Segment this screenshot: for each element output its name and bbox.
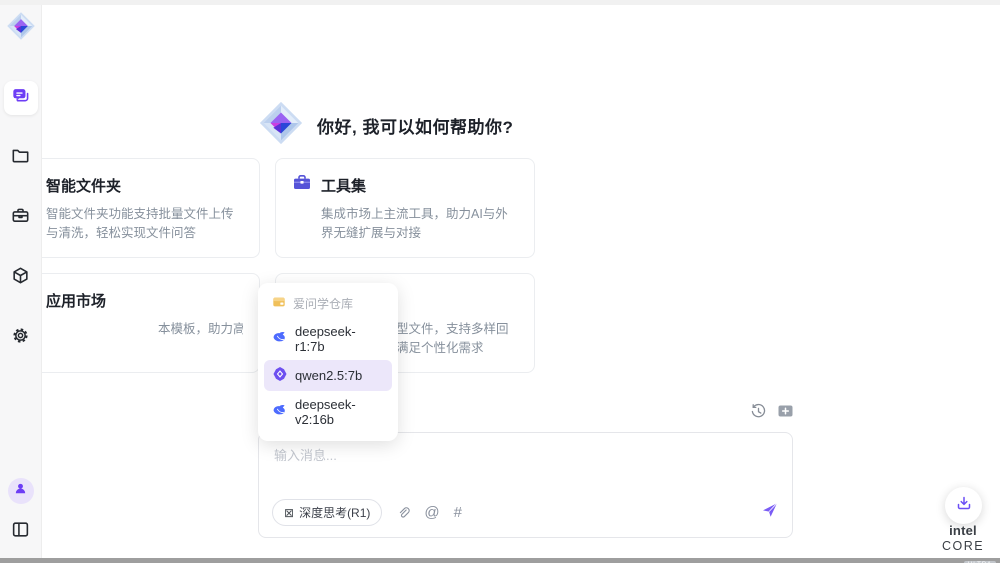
- card-title: 智能文件夹: [46, 175, 121, 196]
- history-icon[interactable]: [750, 403, 767, 420]
- qwen-icon: [272, 366, 288, 385]
- window-top-strip: [0, 0, 1000, 5]
- window-bottom-strip: [0, 558, 1000, 563]
- card-desc-partial: 本模板，助力高效生成多: [46, 320, 243, 339]
- model-option-deepseek-v2[interactable]: deepseek-v2:16b: [264, 391, 392, 433]
- model-dropdown: 爱问学仓库 deepseek-r1:7b qwen2.5:7b dee: [258, 283, 398, 441]
- paperclip-icon[interactable]: [396, 506, 410, 520]
- sidebar-item-toolbox[interactable]: [4, 201, 38, 235]
- at-mention-icon[interactable]: @: [424, 504, 439, 521]
- sidebar-bottom: [8, 478, 34, 544]
- core-brand-text: core: [942, 539, 984, 553]
- intel-core-ultra-logo: intel core ultra: [927, 523, 999, 563]
- briefcase-indigo-icon: [292, 173, 312, 198]
- model-option-label: qwen2.5:7b: [295, 368, 362, 383]
- panel-icon: [11, 526, 30, 543]
- model-group-label: 爱问学仓库: [293, 295, 353, 312]
- gear-icon: [11, 326, 30, 350]
- folder-icon: [11, 146, 30, 170]
- collapse-panel-button[interactable]: [11, 520, 30, 544]
- message-input[interactable]: [274, 445, 774, 495]
- deepseek-icon: [272, 330, 288, 349]
- model-option-deepseek-r1[interactable]: deepseek-r1:7b: [264, 318, 392, 360]
- chat-actions: [750, 403, 794, 420]
- app-logo-icon: [6, 11, 36, 41]
- model-option-qwen[interactable]: qwen2.5:7b: [264, 360, 392, 391]
- cube-icon: [11, 266, 30, 290]
- briefcase-icon: [11, 206, 30, 230]
- composer-toolbar: ⊠ 深度思考(R1) @ #: [272, 499, 779, 526]
- card-title: 工具集: [321, 175, 366, 196]
- hash-prompt-icon[interactable]: #: [454, 504, 462, 521]
- deep-think-label: 深度思考(R1): [299, 504, 370, 521]
- sidebar-item-chat[interactable]: [4, 81, 38, 115]
- user-avatar[interactable]: [8, 478, 34, 504]
- card-desc: 智能文件夹功能支持批量文件上传与清洗，轻松实现文件问答: [46, 205, 243, 244]
- repository-icon: [272, 295, 286, 312]
- download-icon: [956, 495, 972, 516]
- model-group-header: 爱问学仓库: [264, 291, 392, 318]
- chat-icon: [11, 86, 30, 110]
- new-chat-icon[interactable]: [777, 403, 794, 420]
- intel-brand-text: intel: [949, 523, 977, 538]
- model-option-label: deepseek-r1:7b: [295, 324, 384, 354]
- sidebar-nav: [4, 81, 38, 355]
- card-title: 应用市场: [46, 290, 106, 311]
- download-button[interactable]: [945, 487, 982, 524]
- greeting: 你好, 我可以如何帮助你?: [258, 100, 513, 151]
- greeting-title: 你好, 我可以如何帮助你?: [317, 113, 513, 138]
- composer: ⊠ 深度思考(R1) @ #: [258, 432, 793, 538]
- app-logo-large-icon: [258, 100, 304, 151]
- sidebar-item-folders[interactable]: [4, 141, 38, 175]
- sidebar: [0, 0, 42, 558]
- sidebar-item-settings[interactable]: [4, 321, 38, 355]
- card-toolset[interactable]: 工具集 集成市场上主流工具，助力AI与外界无缝扩展与对接: [275, 158, 535, 258]
- deepseek-icon: [272, 403, 288, 422]
- model-option-label: deepseek-v2:16b: [295, 397, 384, 427]
- card-desc: 集成市场上主流工具，助力AI与外界无缝扩展与对接: [321, 205, 518, 244]
- deep-think-icon: ⊠: [284, 506, 294, 520]
- send-icon[interactable]: [761, 501, 779, 524]
- user-avatar-icon: [13, 481, 28, 501]
- deep-think-toggle[interactable]: ⊠ 深度思考(R1): [272, 499, 382, 526]
- sidebar-item-models[interactable]: [4, 261, 38, 295]
